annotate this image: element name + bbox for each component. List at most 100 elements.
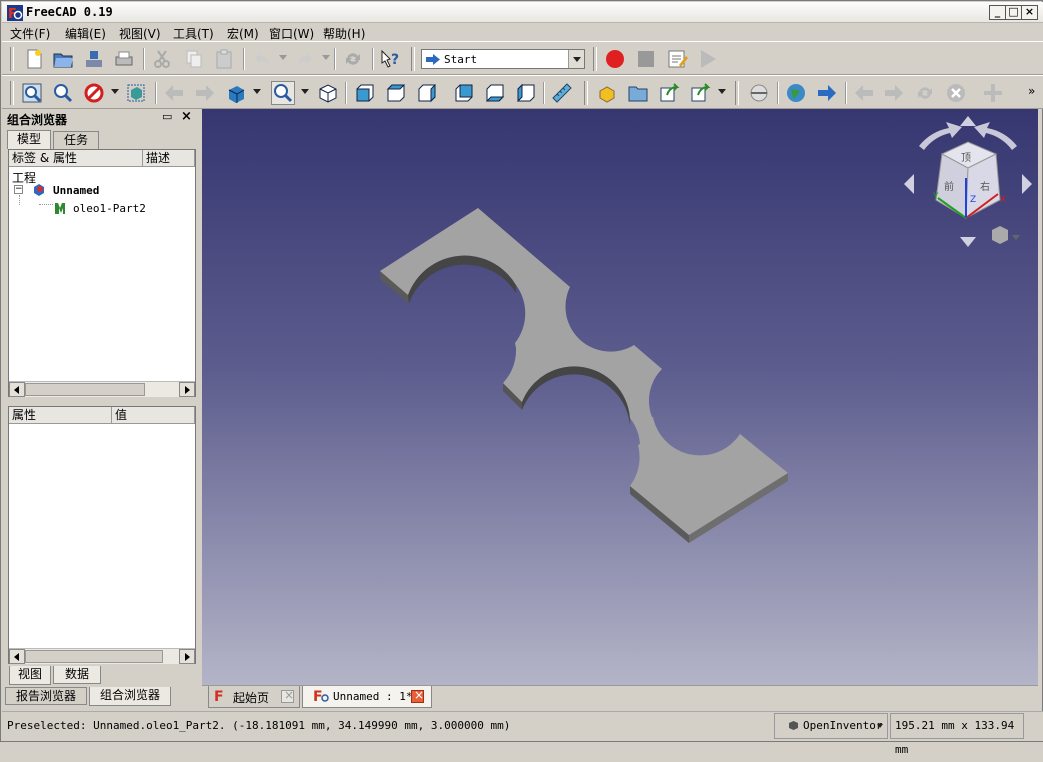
close-button[interactable]: × [1021,5,1038,20]
tree-header-label[interactable]: 标签 & 属性 [9,150,143,167]
web-forward-icon[interactable] [882,81,906,105]
tab-report-view[interactable]: 报告浏览器 [5,687,87,705]
redo-icon[interactable] [293,47,317,71]
print-icon[interactable] [112,47,136,71]
zoom-dropdown-icon[interactable] [301,89,309,94]
tab-combo-view[interactable]: 组合浏览器 [89,687,171,706]
create-group-icon[interactable] [626,81,650,105]
record-macro-icon[interactable] [603,47,627,71]
web-back-icon[interactable] [852,81,876,105]
save-icon[interactable] [82,47,106,71]
menu-help[interactable]: 帮助(H) [323,25,365,42]
tab-start-page[interactable]: F 起始页 [208,686,300,708]
toolbar-grip[interactable] [10,47,14,71]
maximize-button[interactable]: □ [1005,5,1022,20]
tree-item-part[interactable]: oleo1-Part2 [73,202,146,215]
make-link-icon[interactable] [657,81,681,105]
toolbar-grip[interactable] [593,47,597,71]
toolbar-grip[interactable] [735,81,739,105]
menu-tools[interactable]: 工具(T) [173,25,214,42]
navcube-menu-icon[interactable] [1012,235,1020,240]
zoom-icon[interactable] [271,81,295,105]
props-horizontal-scrollbar[interactable] [9,648,195,664]
menu-edit[interactable]: 编辑(E) [65,25,106,42]
paste-icon[interactable] [212,47,236,71]
forward-arrow-icon[interactable] [193,81,217,105]
tree-item-document[interactable]: Unnamed [53,184,99,197]
view-left-icon[interactable] [514,81,538,105]
web-browser-icon[interactable] [784,81,808,105]
menu-view[interactable]: 视图(V) [119,25,161,42]
view-front-icon[interactable] [353,81,377,105]
scroll-thumb[interactable] [25,383,145,396]
arrow-down-icon[interactable] [960,237,976,247]
draw-style-icon[interactable] [82,81,106,105]
tab-data[interactable]: 数据 [53,666,101,684]
collapse-toggle-icon[interactable]: − [14,185,23,194]
stop-macro-icon[interactable] [634,47,658,71]
arrow-left-icon[interactable] [904,174,914,194]
back-arrow-icon[interactable] [162,81,186,105]
toolbar-overflow-icon[interactable]: » [1028,84,1035,98]
toolbar-grip[interactable] [584,81,588,105]
cut-icon[interactable] [150,47,174,71]
std-views-dropdown-icon[interactable] [253,89,261,94]
navcube-right-face[interactable]: 右 [980,180,990,193]
scroll-left-icon[interactable] [9,649,25,664]
navcube-front-face[interactable]: 前 [944,180,954,193]
link-actions-dropdown-icon[interactable] [718,89,726,94]
bounding-box-icon[interactable] [124,81,148,105]
arrow-up-icon[interactable] [960,116,976,126]
tab-model[interactable]: 模型 [7,130,51,149]
3d-viewport[interactable]: 顶 前 右 X Y Z [202,109,1038,685]
web-next-icon[interactable] [815,81,839,105]
float-panel-icon[interactable]: ▭ [162,110,172,123]
section-cut-icon[interactable] [747,81,771,105]
minimize-button[interactable]: _ [989,5,1006,20]
tab-view[interactable]: 视图 [9,666,51,685]
menu-file[interactable]: 文件(F) [10,25,50,42]
close-tab-icon[interactable] [411,688,424,703]
scroll-thumb[interactable] [25,650,163,663]
toolbar-grip[interactable] [10,81,14,105]
view-bottom-icon[interactable] [483,81,507,105]
tree-horizontal-scrollbar[interactable] [9,381,195,397]
scroll-right-icon[interactable] [179,649,195,664]
zoom-in-plus-icon[interactable] [981,81,1005,105]
draw-style-dropdown-icon[interactable] [111,89,119,94]
edit-macro-icon[interactable] [665,47,689,71]
tab-unnamed-document[interactable]: F Unnamed : 1* [302,686,432,708]
web-stop-icon[interactable] [944,81,968,105]
scroll-left-icon[interactable] [9,382,25,397]
navigation-style-selector[interactable]: OpenInventor [774,713,888,739]
undo-dropdown-icon[interactable] [279,55,287,60]
prop-header-property[interactable]: 属性 [9,407,112,424]
navigation-cube[interactable]: 顶 前 右 X Y Z [900,114,1036,254]
create-part-icon[interactable] [595,81,619,105]
close-panel-icon[interactable]: × [181,109,192,124]
open-folder-icon[interactable] [51,47,75,71]
view-rear-icon[interactable] [452,81,476,105]
workbench-selector[interactable]: Start [421,49,585,69]
copy-icon[interactable] [182,47,206,71]
run-macro-icon[interactable] [696,47,720,71]
tab-tasks[interactable]: 任务 [53,131,99,149]
link-actions-icon[interactable] [688,81,712,105]
close-tab-icon[interactable] [281,688,294,703]
new-document-icon[interactable] [22,47,46,71]
prop-header-value[interactable]: 值 [112,407,195,424]
arrow-right-icon[interactable] [1022,174,1032,194]
std-views-icon[interactable] [224,81,248,105]
view-top-icon[interactable] [384,81,408,105]
navcube-top-face[interactable]: 顶 [961,152,971,164]
whats-this-icon[interactable]: ? [378,47,402,71]
tree-header-description[interactable]: 描述 [143,150,195,167]
redo-dropdown-icon[interactable] [322,55,330,60]
web-refresh-icon[interactable] [913,81,937,105]
fit-all-icon[interactable] [20,81,44,105]
view-isometric-icon[interactable] [316,81,340,105]
menu-window[interactable]: 窗口(W) [269,25,314,42]
measure-distance-icon[interactable] [550,81,574,105]
view-right-icon[interactable] [415,81,439,105]
toolbar-grip[interactable] [411,47,415,71]
